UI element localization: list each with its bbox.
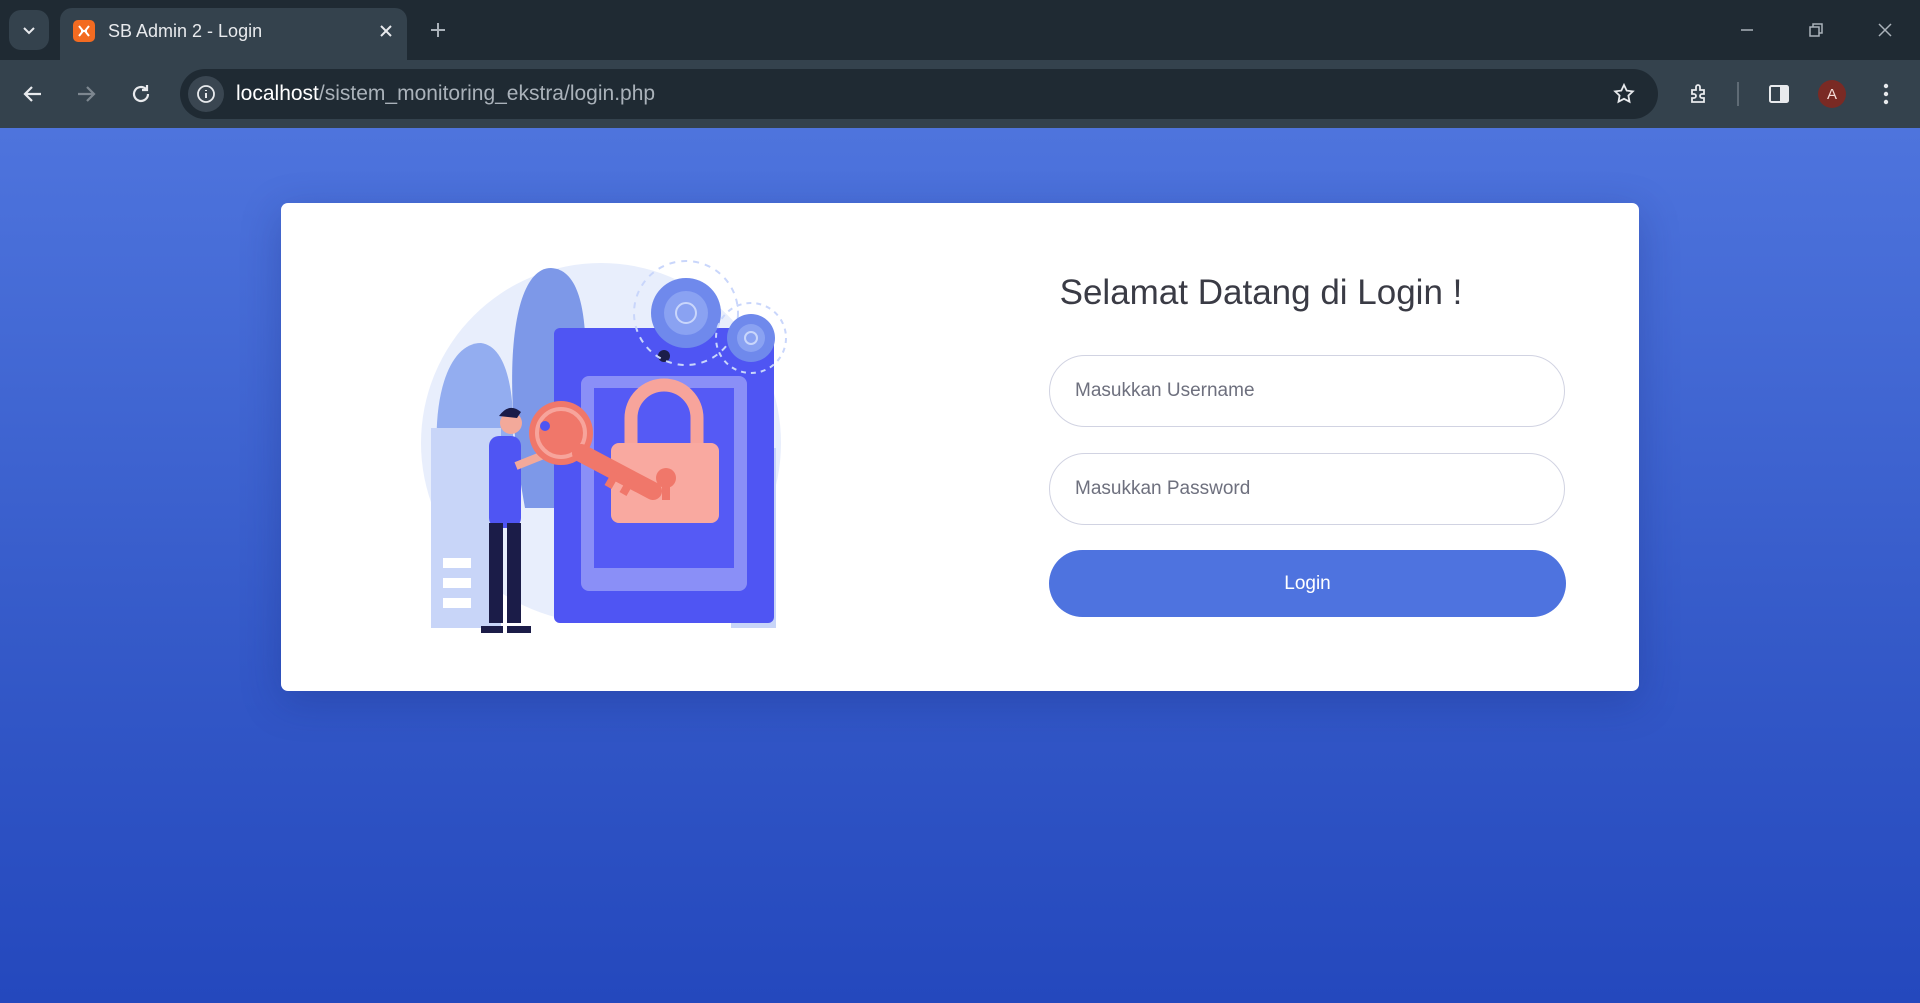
- close-window-button[interactable]: [1862, 12, 1908, 48]
- browser-toolbar: localhost/sistem_monitoring_ekstra/login…: [0, 60, 1920, 128]
- forward-button[interactable]: [66, 74, 106, 114]
- tab-title: SB Admin 2 - Login: [108, 21, 263, 41]
- back-button[interactable]: [13, 74, 53, 114]
- info-icon: [197, 85, 215, 103]
- browser-tab-bar: SB Admin 2 - Login: [0, 0, 1920, 60]
- arrow-left-icon: [23, 86, 41, 102]
- bookmark-star-icon[interactable]: [1610, 80, 1638, 108]
- minimize-icon: [1741, 29, 1753, 31]
- browser-tab[interactable]: SB Admin 2 - Login: [60, 8, 407, 60]
- url-text: localhost/sistem_monitoring_ekstra/login…: [236, 82, 655, 106]
- restore-button[interactable]: [1793, 12, 1839, 48]
- toolbar-divider: [1737, 82, 1739, 106]
- chevron-down-icon: [23, 27, 35, 35]
- site-info-button[interactable]: [188, 76, 224, 112]
- tab-search-button[interactable]: [9, 10, 49, 50]
- url-path: /sistem_monitoring_ekstra/login.php: [318, 82, 656, 105]
- menu-kebab-icon[interactable]: [1869, 77, 1903, 111]
- close-icon: [1878, 23, 1892, 37]
- login-illustration: [421, 260, 787, 633]
- extensions-icon[interactable]: [1682, 77, 1716, 111]
- restore-icon: [1809, 23, 1823, 37]
- minimize-button[interactable]: [1724, 12, 1770, 48]
- password-input[interactable]: [1049, 453, 1565, 525]
- profile-avatar[interactable]: A: [1818, 80, 1846, 108]
- side-panel-icon[interactable]: [1762, 77, 1796, 111]
- arrow-right-icon: [78, 86, 96, 102]
- reload-icon: [132, 85, 150, 103]
- login-card: Selamat Datang di Login ! Login: [281, 203, 1639, 691]
- login-heading: Selamat Datang di Login !: [1059, 273, 1463, 312]
- page-background: Selamat Datang di Login ! Login: [0, 128, 1920, 1003]
- address-bar[interactable]: localhost/sistem_monitoring_ekstra/login…: [180, 69, 1658, 119]
- xampp-icon: [73, 20, 95, 42]
- phone-camera-shape: [658, 350, 670, 362]
- login-button[interactable]: Login: [1049, 550, 1566, 617]
- username-input[interactable]: [1049, 355, 1565, 427]
- plus-icon: [431, 23, 445, 37]
- new-tab-button[interactable]: [423, 15, 453, 45]
- url-host: localhost: [236, 82, 319, 105]
- reload-button[interactable]: [121, 74, 161, 114]
- close-tab-icon[interactable]: [375, 20, 397, 42]
